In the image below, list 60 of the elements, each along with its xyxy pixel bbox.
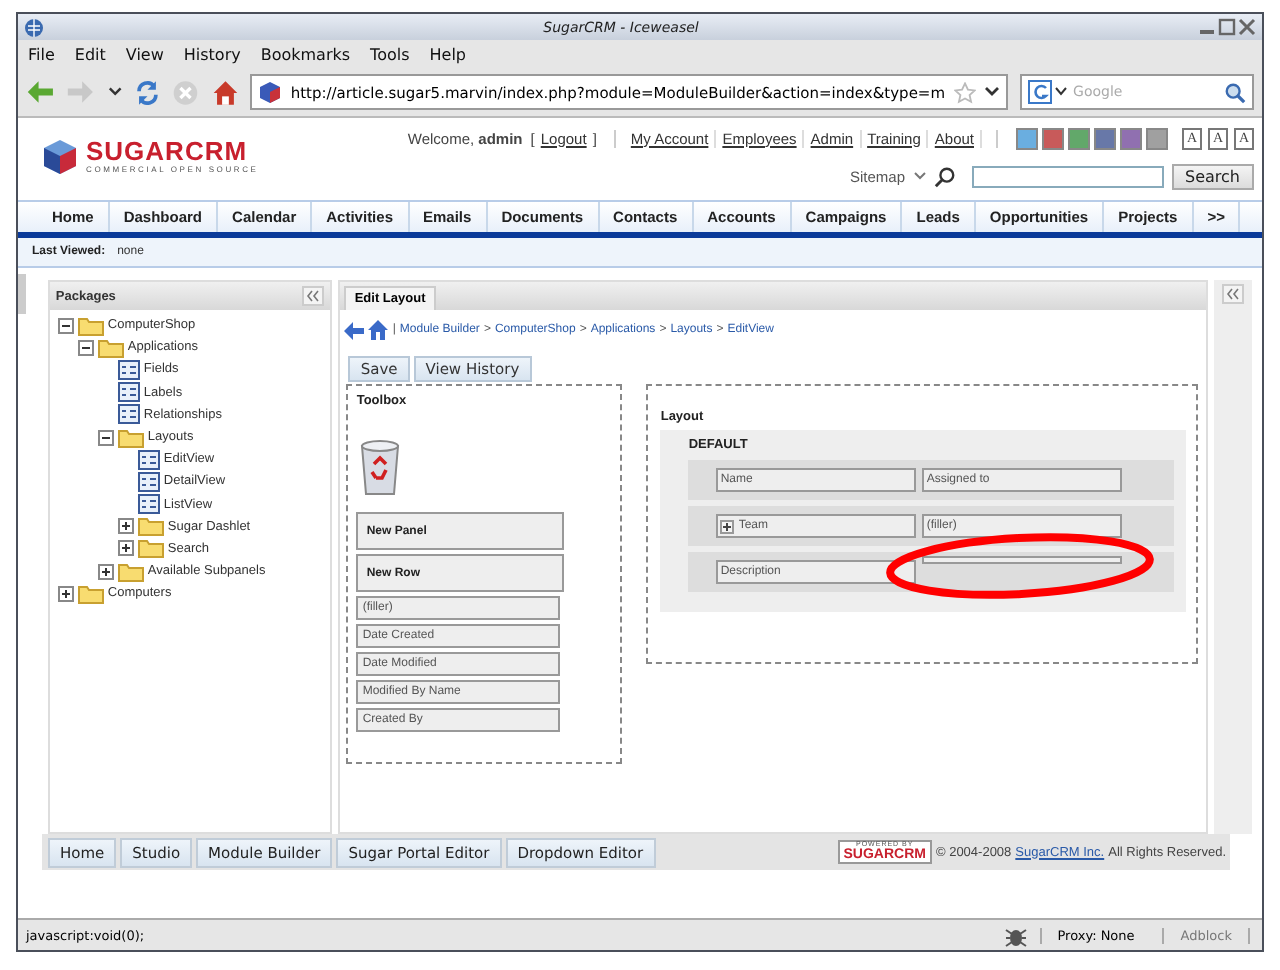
list-icon <box>117 382 140 403</box>
list-icon <box>137 471 160 492</box>
search-field[interactable] <box>971 165 1164 187</box>
cube-icon <box>258 80 283 104</box>
tree-expander-icon[interactable] <box>57 585 74 602</box>
folder-icon <box>137 516 164 537</box>
theme-swatch[interactable] <box>1042 127 1064 149</box>
menu-item[interactable]: History <box>183 45 241 63</box>
home-icon[interactable] <box>211 77 239 107</box>
folder-icon <box>137 538 164 559</box>
theme-swatch[interactable] <box>1146 127 1168 149</box>
home-icon[interactable] <box>368 320 389 340</box>
maximize-icon[interactable] <box>1218 18 1236 36</box>
list-icon <box>117 404 140 425</box>
reload-icon[interactable] <box>133 77 161 107</box>
folder-icon <box>77 315 104 336</box>
menu-item[interactable]: Bookmarks <box>260 45 351 63</box>
folder-icon <box>117 561 144 582</box>
menu-item[interactable]: Tools <box>370 45 410 63</box>
tree-expander-icon[interactable] <box>57 317 74 334</box>
search-icon[interactable] <box>933 165 956 187</box>
empty-field-slot[interactable] <box>922 556 1123 564</box>
tree-expander-icon[interactable] <box>117 540 134 557</box>
logo-text: SUGARCRM <box>86 138 250 164</box>
globe-icon <box>24 17 44 37</box>
menu-item[interactable]: Help <box>429 45 467 63</box>
plus-icon[interactable] <box>720 519 735 533</box>
tree-expander-icon[interactable] <box>77 339 94 356</box>
collapse-icon[interactable] <box>1222 284 1245 304</box>
collapse-icon[interactable] <box>302 286 325 306</box>
list-icon <box>137 449 160 470</box>
theme-swatch[interactable] <box>1016 127 1038 149</box>
close-icon[interactable] <box>1238 18 1256 36</box>
folder-icon <box>117 427 144 448</box>
search-engine-icon[interactable] <box>1027 80 1068 104</box>
tree-expander-icon[interactable] <box>97 563 114 580</box>
list-icon <box>117 359 140 380</box>
star-icon[interactable] <box>953 81 976 103</box>
theme-swatch[interactable] <box>1094 127 1116 149</box>
theme-swatch[interactable] <box>1068 127 1090 149</box>
list-icon <box>137 494 160 515</box>
back-arrow-icon[interactable] <box>26 78 55 106</box>
back-arrow-icon[interactable] <box>344 321 365 339</box>
cube-logo-icon <box>42 137 78 175</box>
tree-expander-icon[interactable] <box>97 429 114 446</box>
tree-expander-icon[interactable] <box>117 518 134 535</box>
caret-icon <box>913 172 926 180</box>
menu-item[interactable]: Edit <box>74 45 106 63</box>
collapse-handle[interactable] <box>18 274 26 314</box>
theme-swatch[interactable] <box>1120 127 1142 149</box>
menu-item[interactable]: File <box>28 45 55 63</box>
menu-item[interactable]: View <box>125 45 164 63</box>
folder-icon <box>97 337 124 358</box>
trash-can-icon[interactable] <box>360 440 401 496</box>
search-button[interactable]: Search <box>1171 163 1254 189</box>
caret-icon[interactable] <box>107 86 122 98</box>
bug-icon[interactable] <box>1003 923 1028 947</box>
search-icon[interactable] <box>1224 81 1247 103</box>
folder-icon <box>77 583 104 604</box>
caret-icon[interactable] <box>983 86 1000 98</box>
